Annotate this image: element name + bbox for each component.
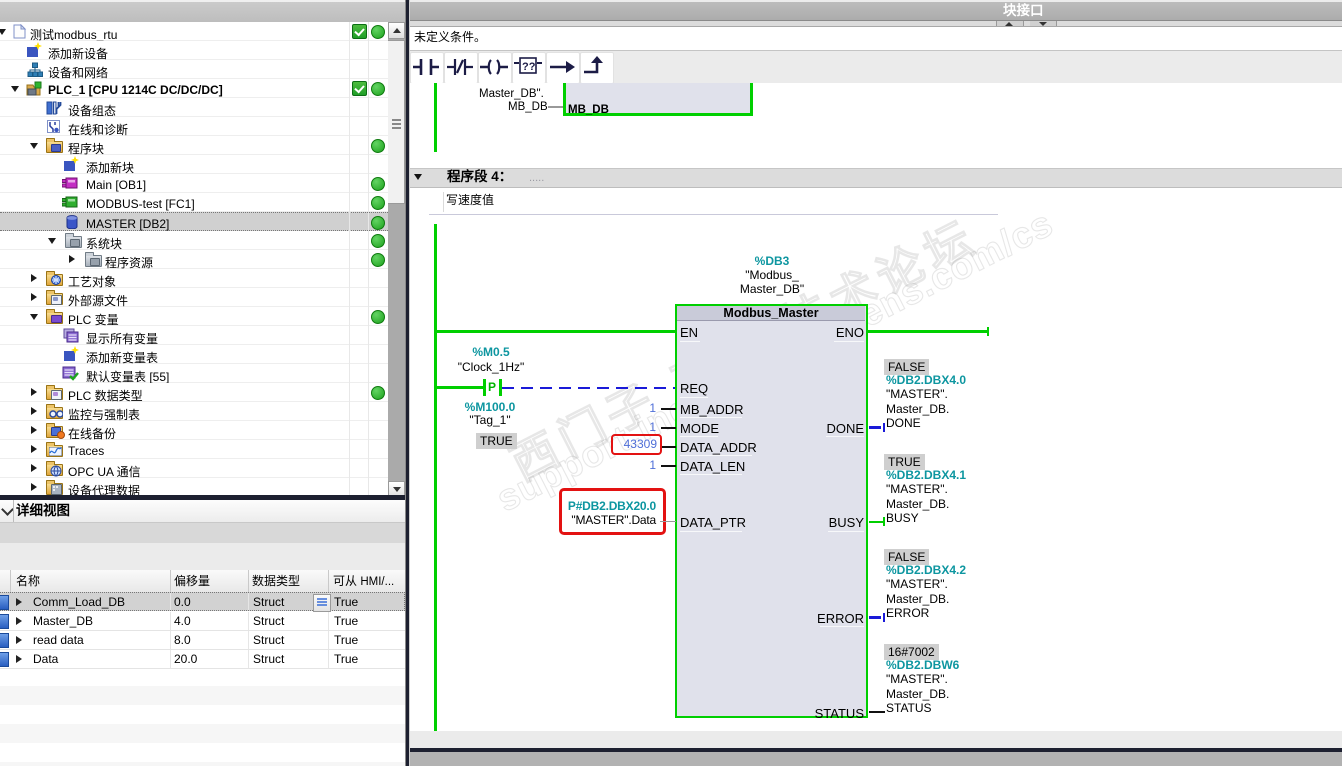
svg-text:??: ??: [522, 61, 536, 73]
